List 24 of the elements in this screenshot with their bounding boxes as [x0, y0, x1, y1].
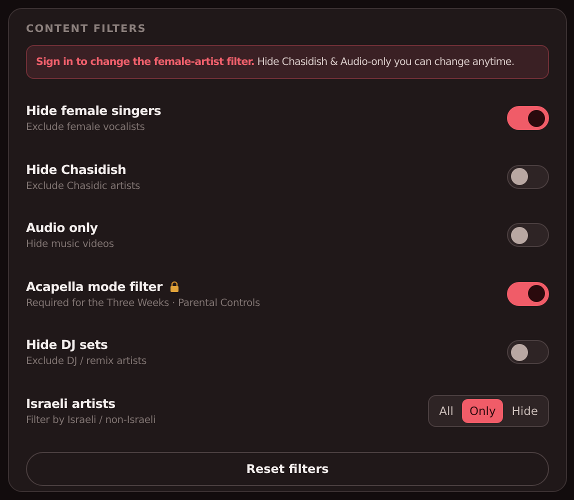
filter-title: Audio only [26, 220, 98, 236]
filter-description: Filter by Israeli / non-Israeli [26, 414, 156, 426]
segment-option[interactable]: Hide [504, 398, 545, 423]
toggle-switch[interactable] [507, 340, 549, 364]
reset-button[interactable]: Reset filters [26, 452, 549, 486]
filter-title: Israeli artists [26, 396, 116, 411]
filter-description: Required for the Three Weeks · Parental Controls [26, 298, 260, 309]
segment-option[interactable]: Only [462, 398, 503, 423]
toggle-switch[interactable] [507, 106, 549, 130]
segment-option[interactable]: All [432, 398, 460, 423]
filter-title: Acapella mode filter [26, 278, 162, 294]
filter-description: Hide music videos [26, 239, 114, 250]
filter-title: Hide DJ sets [26, 337, 108, 352]
sign-in-notice: Sign in to change the female-artist filter. Hide Chasidish & Audio-only you can change anytime. [26, 45, 549, 79]
section-title: CONTENT FILTERS [26, 23, 148, 35]
filter-title: Hide female singers [26, 103, 161, 118]
toggle-switch[interactable] [507, 164, 549, 189]
toggle-switch[interactable] [507, 282, 549, 306]
filter-description: Exclude female vocalists [26, 122, 146, 134]
filter-title: Hide Chasidish [26, 162, 126, 177]
filter-description: Exclude Chasidic artists [26, 180, 140, 192]
lock-icon [170, 280, 180, 292]
filter-description: Exclude DJ / remix artists [26, 356, 146, 368]
toggle-switch[interactable] [507, 223, 549, 248]
